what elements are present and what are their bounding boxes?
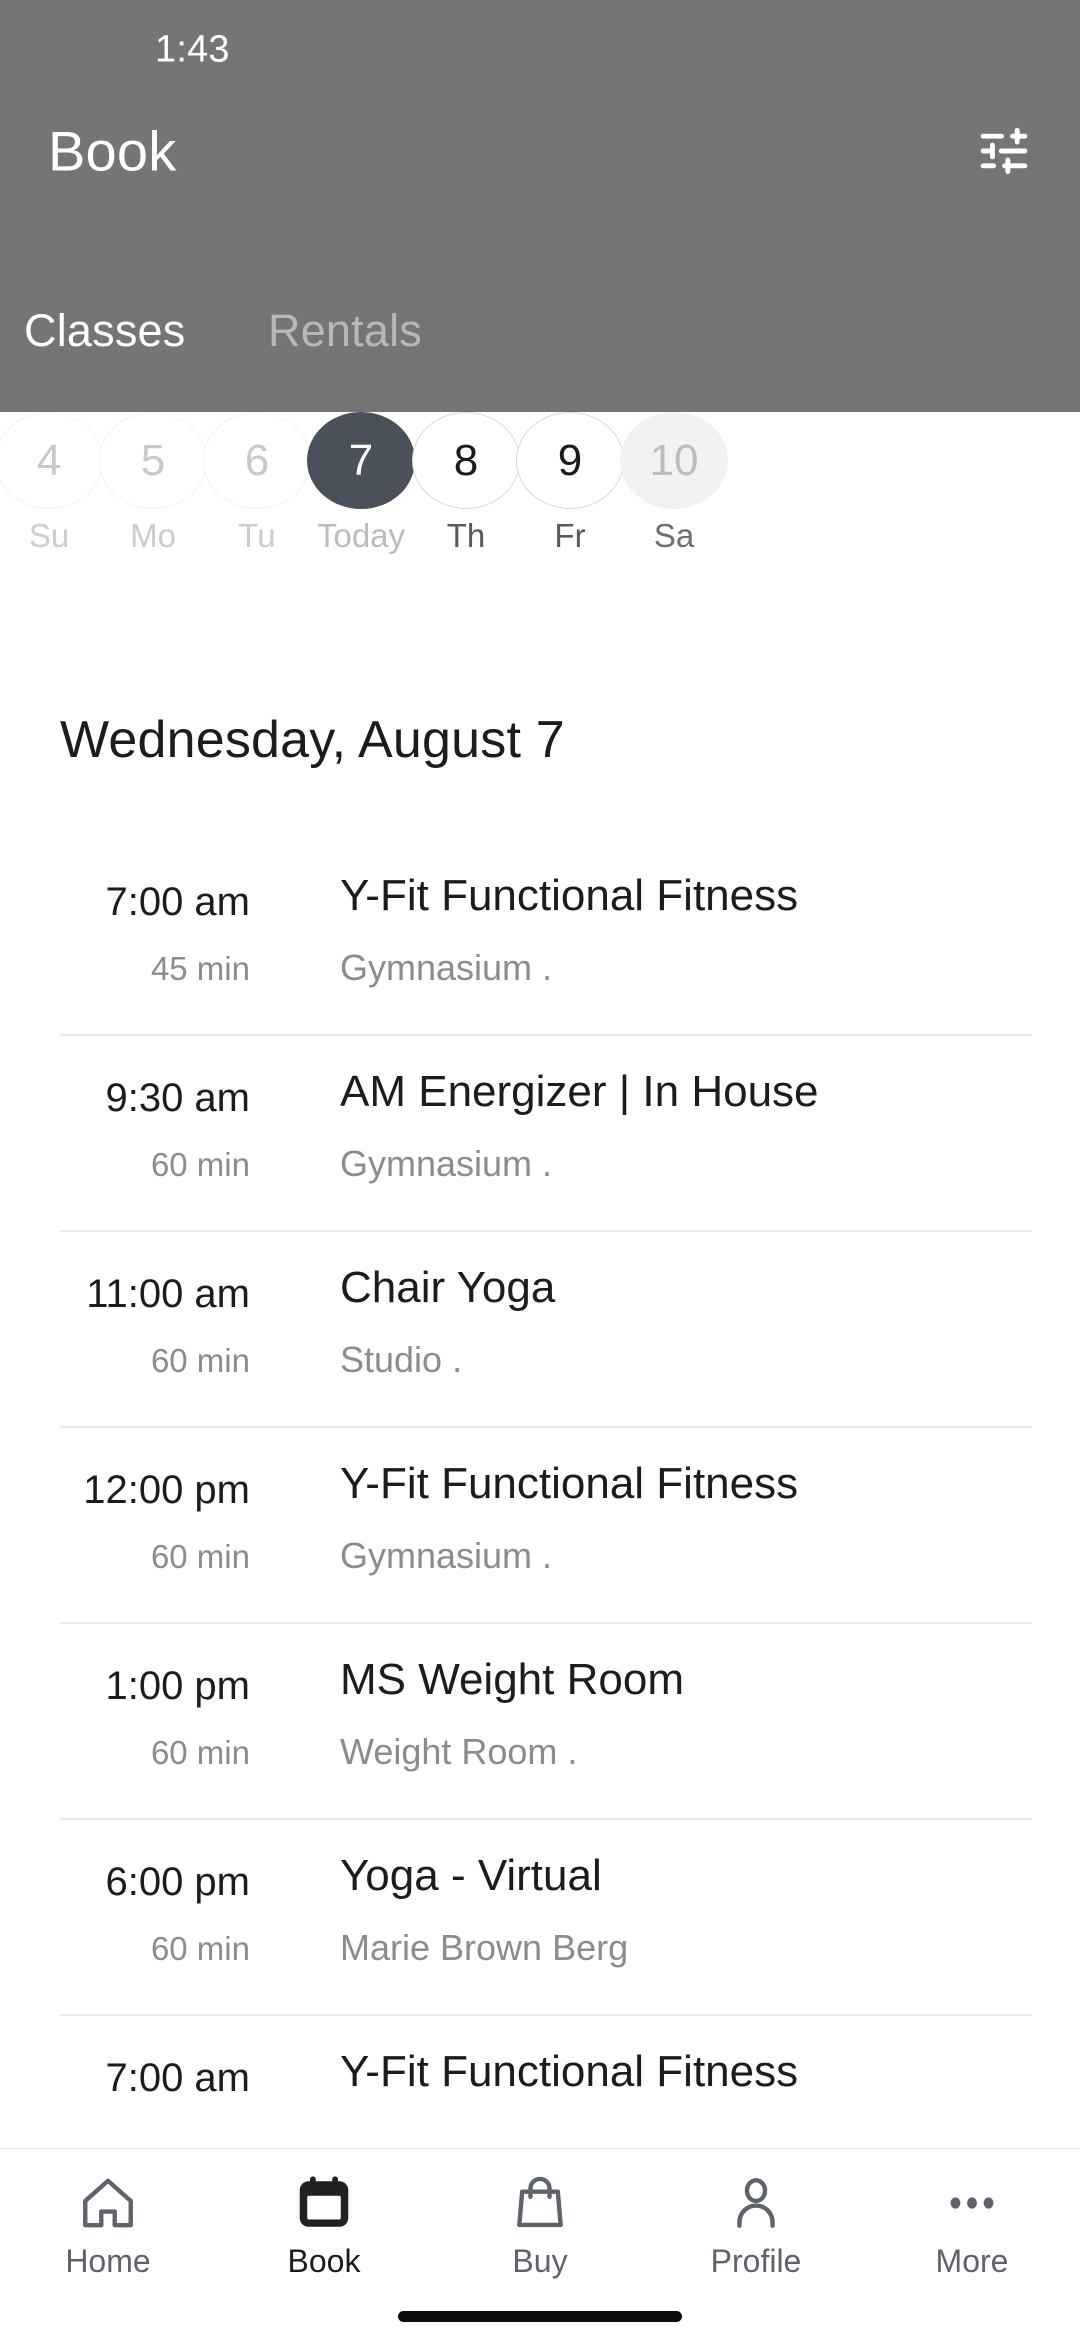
nav-item-book[interactable]: Book (216, 2171, 432, 2301)
status-bar: 1:43 (0, 0, 1080, 96)
date-weekday: Su (28, 517, 70, 554)
class-time: 1:00 pm (105, 1664, 250, 1708)
class-location: Gymnasium . (340, 1535, 553, 1576)
class-name: Yoga - Virtual (340, 1851, 602, 1900)
date-strip[interactable]: 4 Su 5 Mo 6 Tu 7 Today 8 Th 9 Fr 10 Sa (0, 412, 1080, 552)
date-circle[interactable]: 5 (99, 412, 207, 509)
date-circle[interactable]: 8 (412, 412, 520, 509)
filter-button[interactable] (968, 115, 1040, 187)
nav-label-home: Home (65, 2243, 151, 2279)
bottom-navigation: Home Book Buy Profile More (0, 2148, 1080, 2340)
class-name: Y-Fit Functional Fitness (340, 871, 799, 920)
class-list-item[interactable]: 1:00 pm 60 min MS Weight Room Weight Roo… (0, 1622, 1080, 1818)
app-screen: 1:43 Book Classes Rentals 4 Su 5 Mo 6 Tu… (0, 0, 1080, 2340)
date-circle[interactable]: 10 (620, 412, 728, 509)
more-dots-icon (941, 2171, 1003, 2235)
nav-item-profile[interactable]: Profile (648, 2171, 864, 2301)
class-duration: 60 min (150, 1538, 250, 1575)
date-weekday: Today (316, 517, 406, 554)
status-bar-clock: 1:43 (155, 28, 230, 71)
date-weekday: Tu (238, 517, 276, 554)
class-time: 9:30 am (105, 1076, 250, 1120)
nav-label-book: Book (287, 2243, 361, 2279)
date-cell-10[interactable]: 10 Sa (609, 412, 739, 552)
class-location: Weight Room . (340, 1731, 578, 1772)
nav-item-buy[interactable]: Buy (432, 2171, 648, 2301)
day-heading: Wednesday, August 7 (60, 711, 565, 769)
calendar-icon (293, 2171, 355, 2235)
class-duration: 60 min (150, 1734, 250, 1771)
class-list-item[interactable]: 7:00 am 45 min Y-Fit Functional Fitness … (0, 838, 1080, 1034)
class-time: 6:00 pm (105, 1860, 250, 1904)
class-name: AM Energizer | In House (340, 1067, 819, 1116)
nav-label-more: More (935, 2243, 1009, 2279)
class-list[interactable]: 7:00 am 45 min Y-Fit Functional Fitness … (0, 838, 1080, 2148)
home-indicator[interactable] (398, 2311, 682, 2322)
class-duration: 60 min (150, 1146, 250, 1183)
app-header: 1:43 Book Classes Rentals (0, 0, 1080, 412)
date-weekday: Mo (130, 517, 176, 554)
person-icon (725, 2171, 787, 2235)
class-name: Chair Yoga (340, 1263, 556, 1312)
nav-item-home[interactable]: Home (0, 2171, 216, 2301)
class-name: Y-Fit Functional Fitness (340, 2047, 799, 2096)
date-weekday: Sa (653, 517, 695, 554)
date-circle-selected[interactable]: 7 (307, 412, 415, 509)
class-list-item[interactable]: 11:00 am 60 min Chair Yoga Studio . (0, 1230, 1080, 1426)
class-duration: 60 min (150, 1342, 250, 1379)
class-duration: 60 min (150, 1930, 250, 1967)
tab-rentals[interactable]: Rentals (268, 300, 422, 362)
date-weekday: Th (446, 517, 486, 554)
class-name: MS Weight Room (340, 1655, 684, 1704)
date-circle[interactable]: 9 (516, 412, 624, 509)
class-name: Y-Fit Functional Fitness (340, 1459, 799, 1508)
class-location: Marie Brown Berg (340, 1927, 629, 1968)
bag-icon (509, 2171, 571, 2235)
class-time: 7:00 am (105, 880, 250, 924)
class-time: 7:00 am (105, 2056, 250, 2100)
class-list-item[interactable]: 12:00 pm 60 min Y-Fit Functional Fitness… (0, 1426, 1080, 1622)
page-title: Book (48, 119, 177, 183)
date-circle[interactable]: 6 (203, 412, 311, 509)
class-location: Gymnasium . (340, 1143, 553, 1184)
class-list-item[interactable]: 6:00 pm 60 min Yoga - Virtual Marie Brow… (0, 1818, 1080, 2014)
class-list-item[interactable]: 9:30 am 60 min AM Energizer | In House G… (0, 1034, 1080, 1230)
header-tabs: Classes Rentals (0, 300, 1080, 380)
class-location: Studio . (340, 1339, 463, 1380)
class-location: Gymnasium . (340, 947, 553, 988)
nav-label-buy: Buy (512, 2243, 568, 2279)
class-duration: 45 min (150, 950, 250, 987)
home-icon (77, 2171, 139, 2235)
date-weekday: Fr (554, 517, 586, 554)
class-list-item[interactable]: 7:00 am Y-Fit Functional Fitness (0, 2014, 1080, 2148)
class-time: 12:00 pm (83, 1468, 250, 1512)
nav-item-more[interactable]: More (864, 2171, 1080, 2301)
app-bar: Book (0, 96, 1080, 206)
tab-classes[interactable]: Classes (24, 300, 185, 362)
tune-filter-icon (980, 127, 1028, 175)
class-time: 11:00 am (86, 1272, 250, 1316)
nav-label-profile: Profile (710, 2243, 802, 2279)
